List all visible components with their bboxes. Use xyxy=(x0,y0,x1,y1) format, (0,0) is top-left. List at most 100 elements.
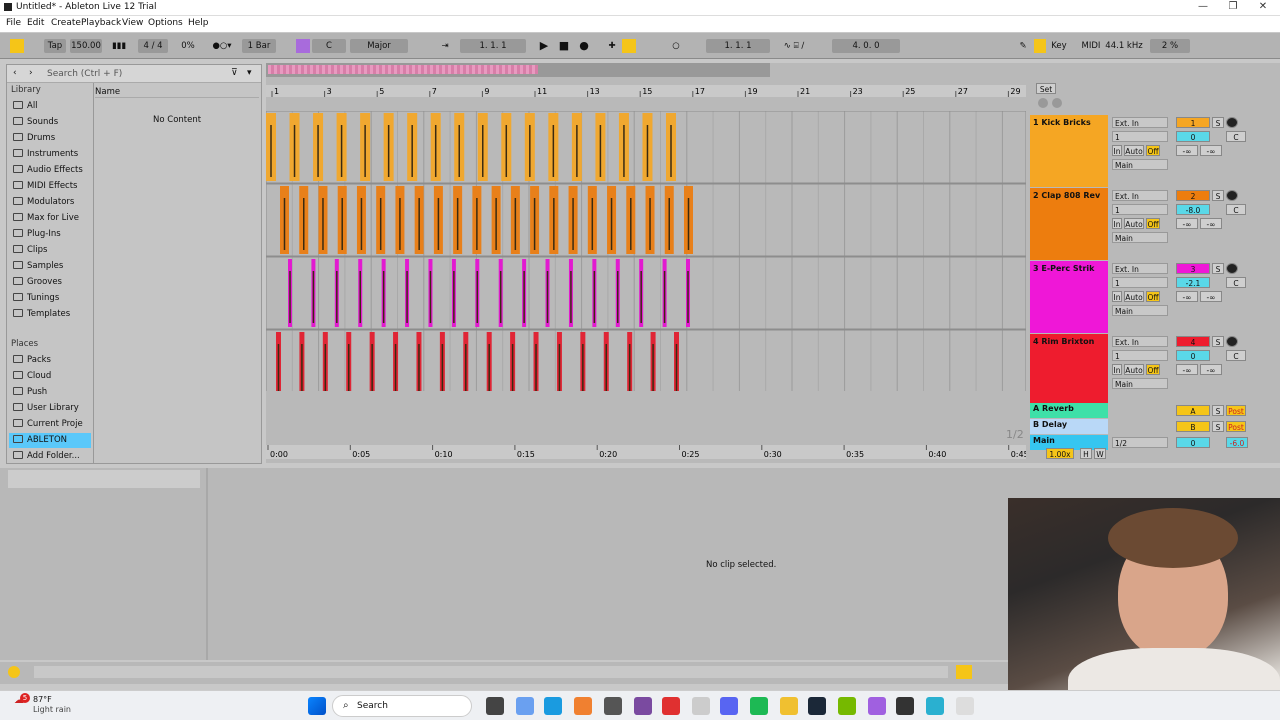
input-type-select[interactable]: Ext. In xyxy=(1112,190,1168,201)
arm-button[interactable] xyxy=(1226,336,1238,347)
track-header[interactable]: 1 Kick Bricks xyxy=(1030,115,1108,187)
library-item[interactable]: Plug-Ins xyxy=(9,227,93,242)
info-icon[interactable] xyxy=(8,666,20,678)
send-a-field[interactable]: -∞ xyxy=(1176,291,1198,302)
metronome-icon[interactable]: ●○▾ xyxy=(206,39,238,53)
steam-icon[interactable] xyxy=(808,697,826,715)
nvidia-icon[interactable] xyxy=(838,697,856,715)
menu-file[interactable]: File xyxy=(6,18,21,28)
library-item[interactable]: Samples xyxy=(9,259,93,274)
post-button[interactable]: Post xyxy=(1226,405,1246,416)
menu-options[interactable]: Help xyxy=(188,18,209,28)
nudge-icon[interactable]: ▮▮▮ xyxy=(104,39,134,53)
main-level-field[interactable]: -6.0 xyxy=(1226,437,1248,448)
monitor-off-button[interactable]: Off xyxy=(1146,145,1160,156)
minimize-icon[interactable]: — xyxy=(1192,1,1214,12)
app-icon[interactable] xyxy=(896,697,914,715)
send-b-field[interactable]: -∞ xyxy=(1200,291,1222,302)
places-item[interactable]: Cloud xyxy=(9,369,93,384)
monitor-off-button[interactable]: Off xyxy=(1146,291,1160,302)
copilot-icon[interactable] xyxy=(516,697,534,715)
ableton-live-icon[interactable] xyxy=(956,697,974,715)
search-input[interactable]: Search (Ctrl + F) xyxy=(47,69,122,79)
solo-button[interactable]: S xyxy=(1212,405,1224,416)
input-channel-select[interactable]: 1 xyxy=(1112,277,1168,288)
input-channel-select[interactable]: 1 xyxy=(1112,131,1168,142)
firefox-icon[interactable] xyxy=(574,697,592,715)
close-icon[interactable]: ✕ xyxy=(1252,1,1274,12)
time-signature-field[interactable]: 4 / 4 xyxy=(138,39,168,53)
set-button[interactable]: Set xyxy=(1036,83,1056,94)
monitor-off-button[interactable]: Off xyxy=(1146,364,1160,375)
time-ruler[interactable]: 0:00 0:05 0:10 0:15 0:20 0:25 0:30 0:35 0:40 0:45 xyxy=(266,445,1026,459)
solo-button[interactable]: S xyxy=(1212,263,1224,274)
arm-button[interactable] xyxy=(1226,117,1238,128)
solo-button[interactable]: S xyxy=(1212,421,1224,432)
places-item[interactable]: ABLETON xyxy=(9,433,91,448)
punch-icons[interactable]: ∿ ⌸ ∕ xyxy=(774,39,814,53)
monitor-auto-button[interactable]: Auto xyxy=(1124,218,1144,229)
main-volume-field[interactable]: 0 xyxy=(1176,437,1210,448)
output-select[interactable]: Main xyxy=(1112,305,1168,316)
chevron-down-icon[interactable]: ▾ xyxy=(247,68,252,78)
volume-field[interactable]: 0 xyxy=(1176,131,1210,142)
return-activator-button[interactable]: B xyxy=(1176,421,1210,432)
windows-start-icon[interactable] xyxy=(308,697,326,715)
pan-field[interactable]: C xyxy=(1226,204,1246,215)
overdub-icon[interactable]: ✚ xyxy=(604,39,620,53)
spotify-icon[interactable] xyxy=(750,697,768,715)
key-map-button[interactable]: Key xyxy=(1048,39,1070,53)
scale-mode-icon[interactable] xyxy=(296,39,310,53)
post-button[interactable]: Post xyxy=(1226,421,1246,432)
library-item[interactable]: Audio Effects xyxy=(9,163,93,178)
library-item[interactable]: Instruments xyxy=(9,147,93,162)
arm-button[interactable] xyxy=(1226,263,1238,274)
library-item[interactable]: Modulators xyxy=(9,195,93,210)
clip-grid[interactable] xyxy=(266,111,1026,391)
track-header[interactable]: 2 Clap 808 Rev xyxy=(1030,188,1108,260)
library-item[interactable]: All xyxy=(9,99,93,114)
places-item[interactable]: Add Folder... xyxy=(9,449,93,464)
menu-playback[interactable]: Playback xyxy=(81,18,121,28)
library-item[interactable]: Drums xyxy=(9,131,93,146)
stop-icon[interactable]: ■ xyxy=(556,39,572,53)
app-icon[interactable] xyxy=(634,697,652,715)
track-activator-button[interactable]: 3 xyxy=(1176,263,1210,274)
input-type-select[interactable]: Ext. In xyxy=(1112,117,1168,128)
return-activator-button[interactable]: A xyxy=(1176,405,1210,416)
input-channel-select[interactable]: 1 xyxy=(1112,204,1168,215)
monitor-in-button[interactable]: In xyxy=(1112,218,1122,229)
places-item[interactable]: Current Proje xyxy=(9,417,93,432)
tempo-field[interactable]: 150.00 xyxy=(70,39,102,53)
library-item[interactable]: Grooves xyxy=(9,275,93,290)
send-b-field[interactable]: -∞ xyxy=(1200,218,1222,229)
song-position-field[interactable]: 1. 1. 1 xyxy=(460,39,526,53)
library-item[interactable]: Sounds xyxy=(9,115,93,130)
menu-edit[interactable]: Edit xyxy=(27,18,44,28)
places-item[interactable]: User Library xyxy=(9,401,93,416)
zoom-field[interactable]: 1.00x xyxy=(1046,448,1074,459)
back-icon[interactable]: ‹ xyxy=(13,68,17,78)
pan-field[interactable]: C xyxy=(1226,131,1246,142)
monitor-in-button[interactable]: In xyxy=(1112,291,1122,302)
link-icon[interactable] xyxy=(10,39,24,53)
track-header[interactable]: 4 Rim Brixton xyxy=(1030,334,1108,406)
monitor-in-button[interactable]: In xyxy=(1112,145,1122,156)
send-a-field[interactable]: -∞ xyxy=(1176,218,1198,229)
pan-field[interactable]: C xyxy=(1226,277,1246,288)
menu-view[interactable]: View xyxy=(122,18,143,28)
loop-length-field[interactable]: 4. 0. 0 xyxy=(832,39,900,53)
filter-icon[interactable]: ⊽ xyxy=(231,68,238,78)
return-track-header[interactable]: B Delay xyxy=(1030,419,1108,434)
beat-ruler[interactable]: 1 3 5 7 9 11 13 15 17 19 21 23 25 27 29 xyxy=(266,85,1026,97)
send-b-field[interactable]: -∞ xyxy=(1200,145,1222,156)
track-activator-button[interactable]: 1 xyxy=(1176,117,1210,128)
send-a-field[interactable]: -∞ xyxy=(1176,145,1198,156)
solo-button[interactable]: S xyxy=(1212,190,1224,201)
loop-icon[interactable]: ○ xyxy=(670,39,682,53)
monitor-auto-button[interactable]: Auto xyxy=(1124,291,1144,302)
output-select[interactable]: Main xyxy=(1112,232,1168,243)
library-item[interactable]: Clips xyxy=(9,243,93,258)
library-item[interactable]: Max for Live xyxy=(9,211,93,226)
locator-icon[interactable] xyxy=(1038,98,1048,108)
